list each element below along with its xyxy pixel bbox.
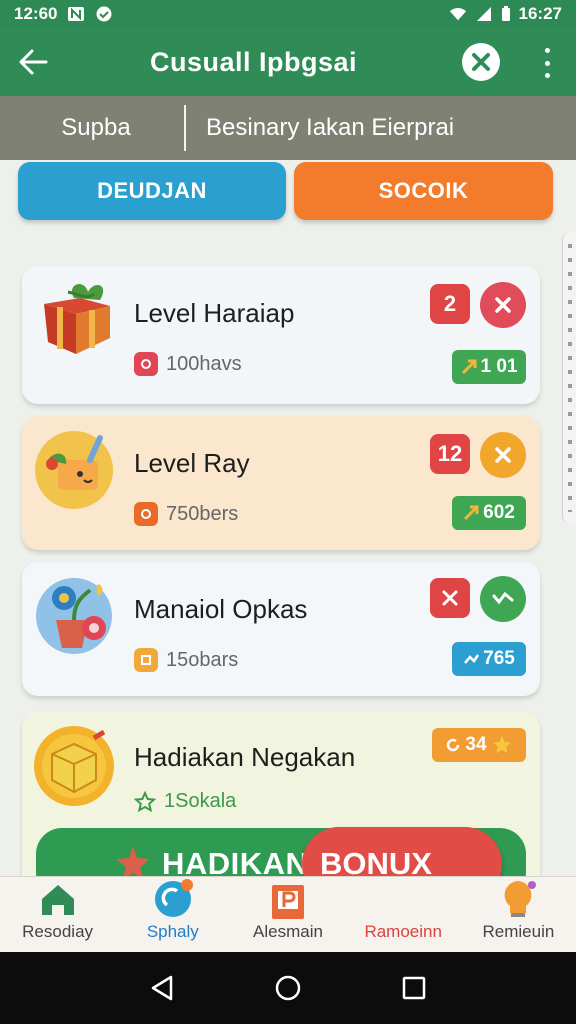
back-button[interactable]	[16, 45, 50, 79]
close-button[interactable]	[462, 43, 500, 81]
card-subtitle-text: 1Sokala	[164, 790, 237, 812]
level-card[interactable]: Level Haraiap 100havs 2 1 01	[22, 266, 540, 404]
score-pill[interactable]: 34	[432, 728, 526, 762]
gift-box-icon	[44, 284, 110, 354]
star-outline-icon	[134, 790, 156, 812]
card-subtitle: 750bers	[134, 502, 238, 526]
refresh-icon	[447, 738, 460, 752]
card-subtitle: 1Sokala	[134, 790, 236, 813]
reward-value: 602	[483, 502, 515, 523]
card-subtitle: 100havs	[134, 352, 242, 376]
count-badge: 2	[430, 284, 470, 324]
status-time-left: 12:60	[14, 4, 58, 23]
golden-chest-icon	[34, 726, 114, 806]
signal-icon	[476, 7, 491, 21]
cancel-badge[interactable]	[430, 578, 470, 618]
spin-icon	[154, 879, 193, 917]
card-subtitle-text: 15obars	[166, 648, 239, 671]
remove-button[interactable]	[480, 282, 526, 328]
cart-mascot-icon	[35, 431, 113, 509]
reward-value: 765	[483, 648, 515, 669]
app-bar: Cusuall Ipbgsai	[0, 28, 576, 96]
close-icon	[442, 590, 458, 606]
home-circle-icon[interactable]	[274, 974, 302, 1002]
bottom-navigation: Resodiay Sphaly Alesmain Ramoeinn Remieu…	[0, 876, 576, 952]
arrow-icon	[464, 654, 480, 664]
nav-item-spin[interactable]: Sphaly	[115, 877, 230, 952]
wifi-icon	[449, 8, 466, 21]
bulb-icon	[505, 881, 537, 917]
system-navigation	[0, 952, 576, 1024]
app-title: Cusuall Ipbgsai	[150, 46, 358, 77]
arrow-icon	[461, 359, 476, 375]
back-triangle-icon[interactable]	[149, 974, 175, 1002]
orange-action-button[interactable]: SOCOIK	[294, 162, 553, 220]
battery-icon	[501, 6, 510, 21]
card-subtitle-text: 100havs	[166, 352, 242, 375]
hexagon-icon	[134, 352, 158, 376]
card-subtitle: 15obars	[134, 648, 238, 672]
close-icon	[495, 297, 511, 313]
check-circle-icon	[96, 6, 112, 22]
scroll-indicator[interactable]	[562, 232, 576, 524]
sub-tab-right[interactable]: Besinary Iakan Eierprai	[186, 114, 454, 142]
status-bar: 12:60 16:27	[0, 0, 576, 28]
flower-pot-icon	[36, 578, 112, 654]
close-icon	[495, 447, 511, 463]
status-time-right: 16:27	[518, 4, 562, 23]
count-badge: 12	[430, 434, 470, 474]
card-title: Hadiakan Negakan	[134, 742, 356, 772]
notification-n-icon	[68, 7, 85, 21]
reward-value: 1 01	[480, 356, 518, 377]
blue-action-button[interactable]: DEUDJAN	[18, 162, 286, 220]
close-icon	[472, 53, 490, 71]
card-subtitle-text: 750bers	[166, 502, 239, 525]
sub-tab-left[interactable]: Supba	[0, 114, 184, 142]
check-wave-icon	[492, 591, 514, 605]
reward-pill[interactable]: 602	[452, 496, 526, 530]
recents-square-icon[interactable]	[401, 975, 427, 1001]
card-title: Level Haraiap	[134, 298, 295, 328]
star-icon	[492, 736, 511, 754]
nav-label: Remieuin	[482, 922, 555, 941]
nav-label: Sphaly	[146, 922, 199, 941]
nav-label: Resodiay	[22, 922, 94, 941]
hexagon-icon	[134, 648, 158, 672]
arrow-icon	[464, 505, 479, 521]
more-menu-button[interactable]	[542, 48, 552, 78]
home-icon	[41, 885, 74, 915]
level-card[interactable]: Level Ray 750bers 12 602	[22, 416, 540, 550]
nav-label: Ramoeinn	[364, 922, 442, 941]
nav-item-home[interactable]: Resodiay	[0, 877, 115, 952]
card-title: Manaiol Opkas	[134, 594, 308, 624]
nav-item-bulb[interactable]: Remieuin	[461, 877, 576, 952]
nav-item-tag[interactable]: Alesmain	[230, 877, 345, 952]
level-card[interactable]: Manaiol Opkas 15obars 765	[22, 562, 540, 696]
tag-icon	[272, 885, 304, 919]
score-value: 34	[465, 734, 487, 755]
card-title: Level Ray	[134, 448, 250, 478]
nav-item-gift[interactable]: Ramoeinn	[346, 877, 461, 952]
more-vert-icon	[544, 48, 550, 53]
sub-header: Supba Besinary Iakan Eierprai	[0, 96, 576, 160]
reward-pill[interactable]: 765	[452, 642, 526, 676]
remove-button[interactable]	[480, 432, 526, 478]
hexagon-icon	[134, 502, 158, 526]
arrow-left-icon	[19, 49, 48, 75]
nav-label: Alesmain	[253, 922, 323, 941]
confirm-button[interactable]	[480, 576, 526, 622]
reward-pill[interactable]: 1 01	[452, 350, 526, 384]
